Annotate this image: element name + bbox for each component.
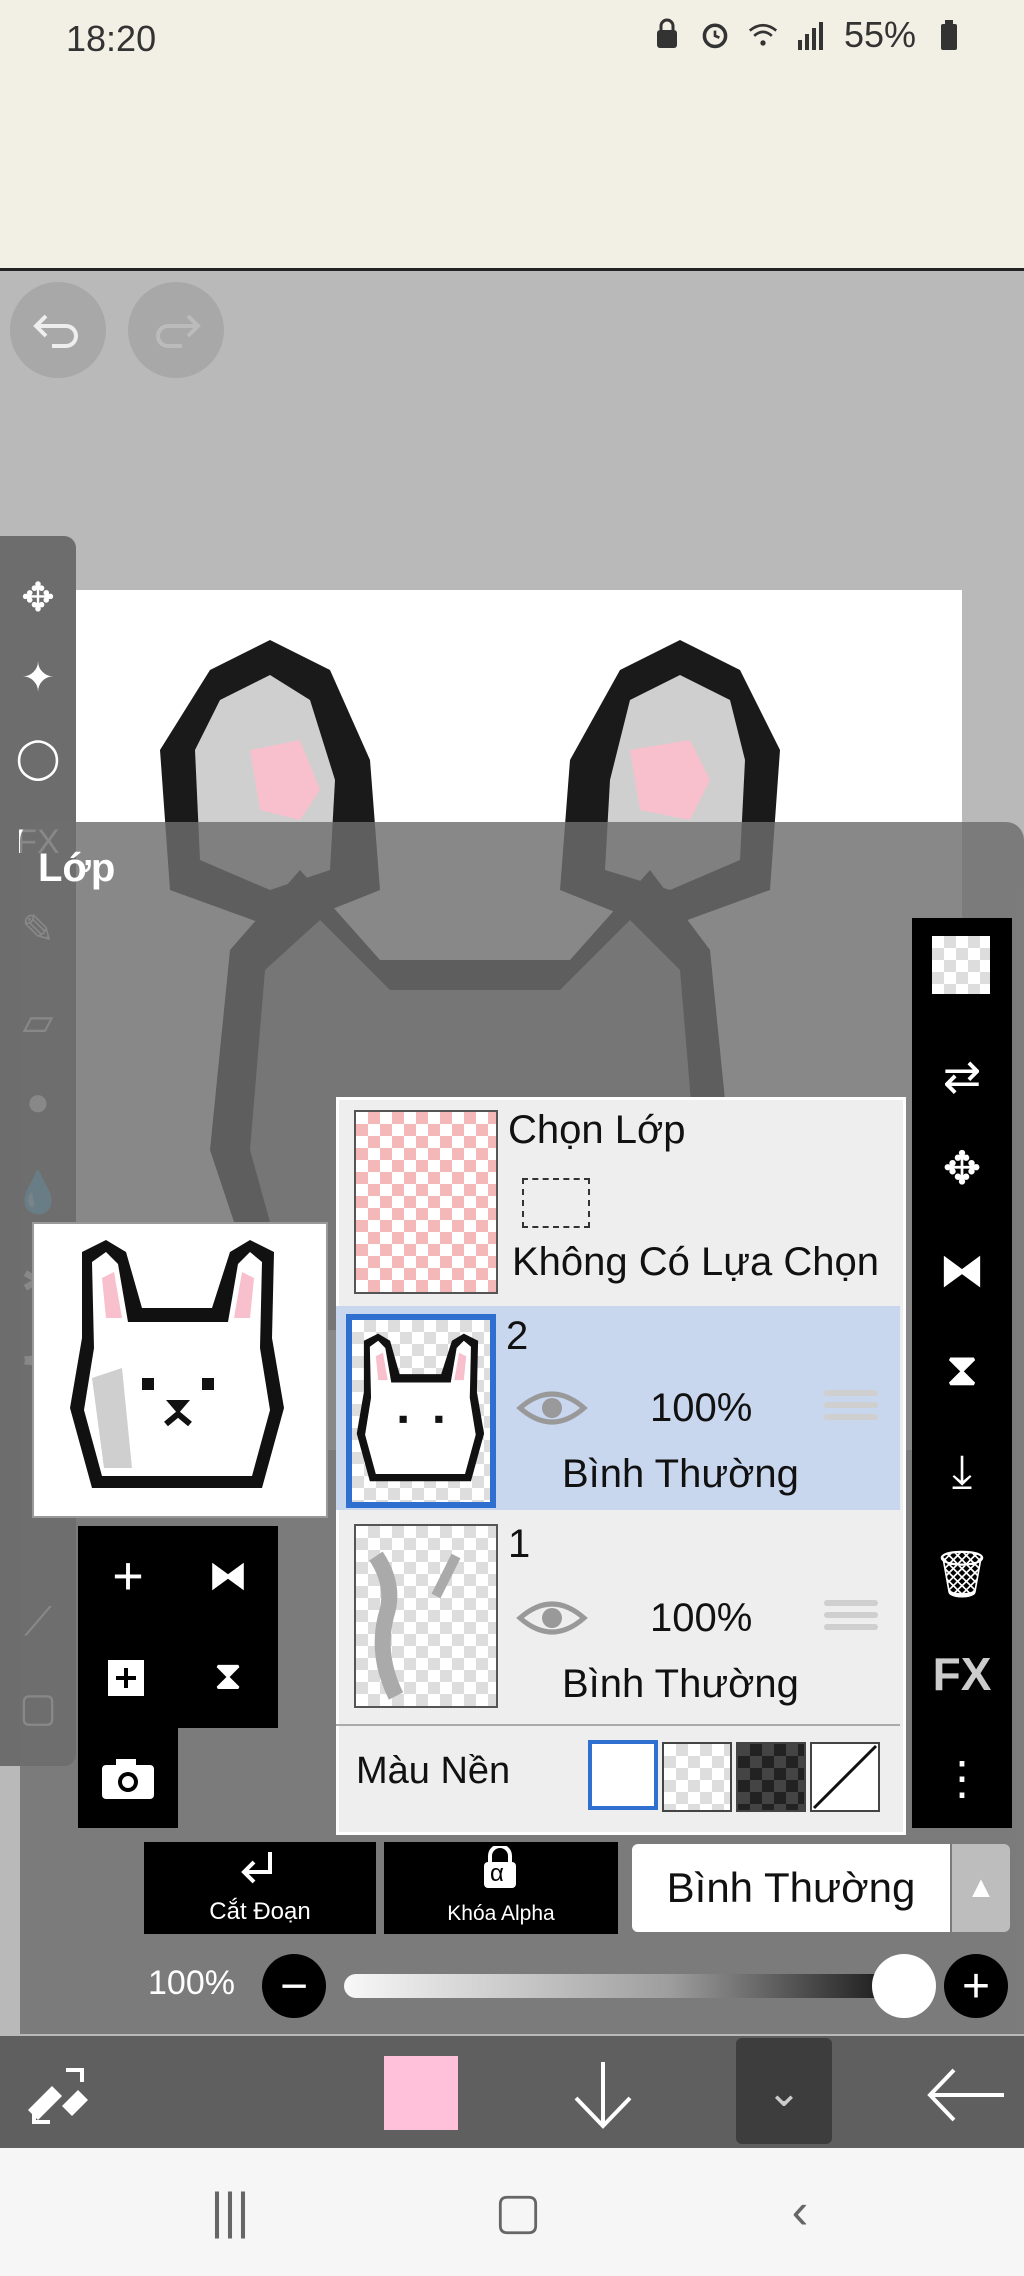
merge-icon[interactable]: ⧗	[188, 1636, 268, 1716]
redo-button[interactable]	[128, 282, 224, 378]
layer-opacity: 100%	[650, 1596, 753, 1640]
row-divider	[336, 1724, 900, 1726]
alarm-icon	[702, 23, 728, 49]
add-layer-button[interactable]: +	[88, 1536, 168, 1616]
undo-icon	[33, 314, 78, 348]
visibility-eye-icon[interactable]	[516, 1594, 588, 1642]
merge-down-icon[interactable]: ⤓	[922, 1432, 1002, 1512]
flip-icon[interactable]: ⧓	[922, 1230, 1002, 1310]
wifi-icon	[748, 23, 777, 46]
transform-swap-icon[interactable]: ⇄	[922, 1036, 1002, 1116]
recent-apps-icon[interactable]: |||	[190, 2176, 270, 2246]
bg-dark-swatch[interactable]	[736, 1742, 806, 1812]
trash-icon[interactable]: 🗑	[922, 1534, 1002, 1614]
opacity-slider-knob[interactable]	[872, 1954, 936, 2018]
selection-marquee-icon	[522, 1178, 590, 1228]
selection-thumbnail	[354, 1110, 498, 1294]
current-color-swatch[interactable]	[384, 2056, 458, 2130]
preview-bunny	[70, 1240, 284, 1488]
tool-swap-icon[interactable]	[22, 2060, 96, 2130]
clock: 18:20	[66, 18, 157, 59]
layer-thumbnail	[346, 1314, 496, 1508]
visibility-eye-icon[interactable]	[516, 1384, 588, 1432]
clipping-label: Cắt Đoạn	[209, 1898, 311, 1925]
clipping-button[interactable]: Cắt Đoạn	[144, 1842, 376, 1934]
redo-icon	[156, 314, 201, 348]
opacity-label: 100%	[148, 1964, 235, 2002]
chevron-up-icon[interactable]: ▲	[952, 1844, 1010, 1932]
transparency-icon[interactable]	[932, 936, 990, 994]
layer-number: 1	[508, 1522, 531, 1566]
arrow-down-icon[interactable]	[568, 2058, 638, 2132]
move-tool-icon[interactable]: ✥	[6, 566, 70, 630]
clip-arrow-icon	[241, 1852, 272, 1884]
layer-row[interactable]: 1 100% Bình Thường	[336, 1514, 900, 1718]
bg-none-swatch[interactable]	[810, 1742, 880, 1812]
fx-icon[interactable]: FX	[922, 1634, 1002, 1714]
bottom-toolbar	[0, 2036, 1024, 2148]
layer-blend-mode: Bình Thường	[562, 1452, 799, 1496]
duplicate-layer-icon	[108, 1660, 144, 1696]
home-icon[interactable]: ▢	[478, 2176, 558, 2246]
move-icon[interactable]: ✥	[922, 1128, 1002, 1208]
undo-button[interactable]	[10, 282, 106, 378]
blend-mode-select[interactable]: Bình Thường	[632, 1844, 950, 1932]
bg-white-swatch[interactable]	[588, 1740, 658, 1810]
status-icons: 55%	[652, 14, 964, 56]
camera-button[interactable]	[88, 1738, 168, 1818]
lock-icon	[656, 18, 677, 48]
alpha-lock-button[interactable]: α Khóa Alpha	[384, 1842, 618, 1934]
magic-wand-icon[interactable]: ✦	[6, 646, 70, 710]
panel-title: Lớp	[38, 846, 116, 890]
drag-handle-icon[interactable]	[824, 1594, 878, 1638]
lasso-icon[interactable]: ◯	[6, 726, 70, 790]
double-chevron-down-icon: ⌄	[766, 2067, 802, 2115]
layer-2-bunny	[356, 1333, 485, 1482]
battery-icon	[941, 20, 957, 50]
more-icon[interactable]: ⋮	[922, 1738, 1002, 1818]
bg-transparent-swatch[interactable]	[662, 1742, 732, 1812]
selection-layer-row[interactable]: Chọn Lớp Không Có Lựa Chọn	[336, 1100, 900, 1296]
layer-blend-mode: Bình Thường	[562, 1662, 799, 1706]
collapse-button[interactable]: ⌄	[736, 2038, 832, 2144]
alpha-lock-label: Khóa Alpha	[447, 1902, 555, 1925]
layer-1-sketch	[369, 1551, 461, 1700]
flatten-icon[interactable]: ⧗	[922, 1330, 1002, 1410]
opacity-slider[interactable]	[344, 1974, 934, 1998]
opacity-minus-button[interactable]: −	[262, 1954, 326, 2018]
duplicate-layer-button[interactable]	[88, 1636, 168, 1716]
layer-thumbnail	[354, 1524, 498, 1708]
alpha-symbol: α	[490, 1860, 504, 1887]
flip-layer-icon[interactable]: ⧓	[188, 1536, 268, 1616]
selection-status: Không Có Lựa Chọn	[512, 1240, 880, 1284]
selection-layer-title: Chọn Lớp	[508, 1108, 686, 1152]
lock-icon: α	[480, 1844, 520, 1888]
layer-opacity: 100%	[650, 1386, 753, 1430]
camera-icon	[102, 1759, 154, 1799]
drag-handle-icon[interactable]	[824, 1384, 878, 1428]
signal-icon	[797, 22, 823, 50]
opacity-plus-button[interactable]: +	[944, 1954, 1008, 2018]
background-label: Màu Nền	[356, 1750, 511, 1792]
add-layer-icon: +	[112, 1546, 144, 1606]
battery-text: 55%	[843, 14, 916, 55]
layer-number: 2	[506, 1314, 529, 1358]
back-icon[interactable]: ‹	[760, 2176, 840, 2246]
layer-row[interactable]: 2 100% Bình Thường	[336, 1306, 900, 1510]
back-arrow-icon[interactable]	[924, 2064, 1008, 2126]
